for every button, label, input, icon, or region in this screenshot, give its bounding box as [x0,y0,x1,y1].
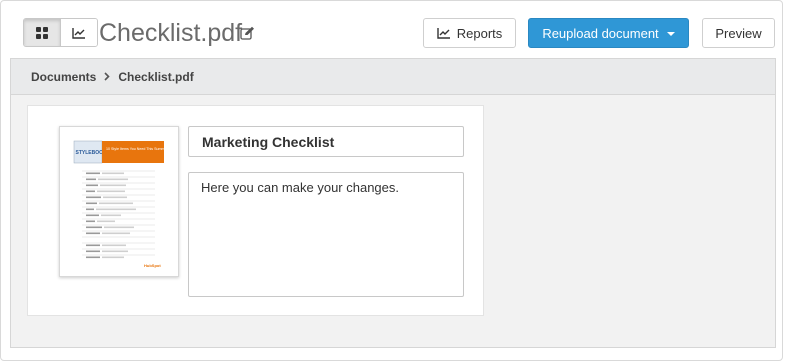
reupload-label: Reupload document [542,25,659,41]
preview-label: Preview [715,25,762,41]
document-title: Checklist.pdf [99,19,243,47]
view-toggle [23,18,98,47]
document-thumbnail[interactable]: STYLEBOOK 10 Style Items You Need This S… [59,126,179,277]
reports-button[interactable]: Reports [423,18,516,48]
document-name-input[interactable] [188,126,464,157]
edit-icon[interactable] [240,26,255,40]
document-description-textarea[interactable]: Here you can make your changes. [188,172,464,297]
breadcrumb-documents[interactable]: Documents [31,70,96,84]
reports-label: Reports [456,25,503,41]
app-window: Checklist.pdf Reports Reupload document … [0,0,783,361]
breadcrumb: Documents Checklist.pdf [11,59,775,95]
reupload-document-button[interactable]: Reupload document [528,18,689,48]
line-chart-icon [72,27,85,39]
chart-view-button[interactable] [61,19,97,46]
line-chart-icon [437,28,450,39]
breadcrumb-current: Checklist.pdf [118,69,194,84]
thumb-footer-logo: HubSpot [144,263,161,268]
grid-icon [36,26,48,39]
thumb-banner-text: 10 Style Items You Need This Summer [106,147,168,151]
document-card: STYLEBOOK 10 Style Items You Need This S… [27,105,484,316]
caret-down-icon [666,32,675,36]
preview-button[interactable]: Preview [702,18,775,48]
document-panel: Documents Checklist.pdf STYLEBOOK 10 Sty… [10,58,776,348]
grid-view-button[interactable] [24,19,61,46]
chevron-right-icon [104,70,110,84]
